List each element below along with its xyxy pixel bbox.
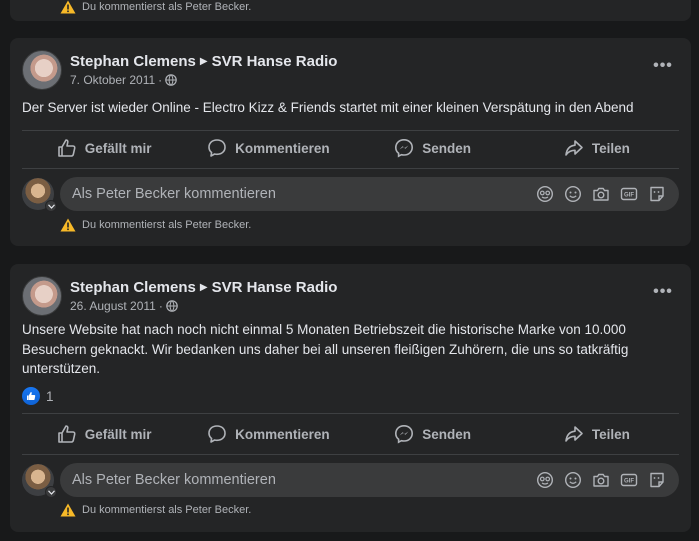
send-button[interactable]: Senden [351,416,515,452]
camera-icon[interactable] [591,470,611,490]
share-label: Teilen [591,140,630,156]
commenting-as-notice: Du kommentierst als Peter Becker. [60,218,251,232]
author-name[interactable]: Stephan Clemens [70,53,196,70]
page-name[interactable]: SVR Hanse Radio [212,279,338,296]
post-date[interactable]: 26. August 2011 [70,299,156,313]
like-button[interactable]: Gefällt mir [22,130,186,166]
warning-triangle-icon [60,218,76,232]
reaction-count: 1 [46,388,54,404]
comment-composer: GIF [22,177,679,212]
post-header: Stephan Clemens ▶ SVR Hanse Radio 26. Au… [22,276,337,316]
send-label: Senden [422,426,471,442]
reaction-summary[interactable]: 1 [22,387,54,405]
page-name[interactable]: SVR Hanse Radio [212,53,338,70]
triangle-right-icon: ▶ [199,56,208,67]
divider [22,454,679,455]
post-text: Der Server ist wieder Online - Electro K… [22,100,634,115]
warning-triangle-icon [60,503,76,517]
triangle-right-icon: ▶ [199,282,208,293]
share-button[interactable]: Teilen [515,416,679,452]
send-label: Senden [422,140,471,156]
post-card: Stephan Clemens ▶ SVR Hanse Radio 26. Au… [10,264,691,532]
post-actions: Gefällt mir Kommentieren Senden Teilen [22,130,679,166]
thumbs-up-icon [57,425,76,443]
like-button[interactable]: Gefällt mir [22,416,186,452]
comment-bubble-icon [208,425,226,443]
messenger-icon [395,138,414,158]
author-avatar[interactable] [22,50,62,90]
like-label: Gefällt mir [84,426,152,442]
sticker-icon[interactable] [647,184,667,204]
gif-icon[interactable]: GIF [619,470,639,490]
author-name[interactable]: Stephan Clemens [70,279,196,296]
more-options-button[interactable]: ••• [649,282,677,302]
post-text: Unsere Website hat nach noch nicht einma… [22,322,629,376]
commenter-avatar[interactable] [22,178,57,212]
like-reaction-icon [22,387,40,405]
share-arrow-icon [565,426,583,442]
commenting-as-notice: Du kommentierst als Peter Becker. [60,503,251,517]
sticker-icon[interactable] [647,470,667,490]
commenting-as-text: Du kommentierst als Peter Becker. [82,1,252,13]
emoji-icon[interactable] [563,184,583,204]
more-options-icon: ••• [653,57,673,74]
warning-triangle-icon [60,0,76,14]
commenting-as-notice: Du kommentierst als Peter Becker. [60,0,251,14]
gif-icon[interactable]: GIF [619,184,639,204]
globe-icon[interactable] [166,300,178,312]
share-button[interactable]: Teilen [515,130,679,166]
chevron-down-icon[interactable] [45,200,57,212]
divider [22,413,679,414]
commenting-as-text: Du kommentierst als Peter Becker. [82,219,252,231]
previous-post-card: Du kommentierst als Peter Becker. [10,0,691,21]
post-actions: Gefällt mir Kommentieren Senden Teilen [22,416,679,452]
share-arrow-icon [565,140,583,156]
chevron-down-icon[interactable] [45,486,57,498]
post-card: Stephan Clemens ▶ SVR Hanse Radio 7. Okt… [10,38,691,246]
avatar-sticker-icon[interactable] [535,470,555,490]
comment-composer: GIF [22,463,679,498]
svg-text:GIF: GIF [624,193,634,199]
divider [22,168,679,169]
comment-input-container: GIF [60,463,679,497]
thumbs-up-icon [57,139,76,157]
author-avatar[interactable] [22,276,62,316]
comment-label: Kommentieren [235,426,330,442]
avatar-sticker-icon[interactable] [535,184,555,204]
globe-icon[interactable] [165,74,177,86]
more-options-icon: ••• [653,283,673,300]
post-header: Stephan Clemens ▶ SVR Hanse Radio 7. Okt… [22,50,337,90]
meta-separator: · [158,299,163,313]
comment-button[interactable]: Kommentieren [186,130,350,166]
like-label: Gefällt mir [84,140,152,156]
more-options-button[interactable]: ••• [649,56,677,76]
emoji-icon[interactable] [563,470,583,490]
share-label: Teilen [591,426,630,442]
comment-input-container: GIF [60,177,679,211]
comment-bubble-icon [208,139,226,157]
svg-text:GIF: GIF [624,479,634,485]
comment-input[interactable] [72,186,527,202]
comment-button[interactable]: Kommentieren [186,416,350,452]
commenter-avatar[interactable] [22,464,57,498]
commenting-as-text: Du kommentierst als Peter Becker. [82,504,252,516]
comment-input[interactable] [72,472,527,488]
post-date[interactable]: 7. Oktober 2011 [70,73,155,87]
send-button[interactable]: Senden [351,130,515,166]
comment-label: Kommentieren [235,140,330,156]
camera-icon[interactable] [591,184,611,204]
meta-separator: · [158,73,163,87]
messenger-icon [395,424,414,444]
